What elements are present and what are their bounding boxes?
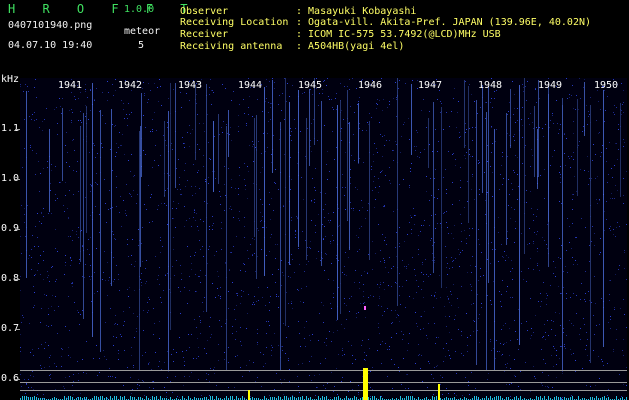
- info-key-antenna: Receiving antenna: [180, 41, 283, 52]
- x-tick-label: 1944: [238, 80, 263, 91]
- datetime-label: 04.07.10 19:40: [8, 40, 93, 51]
- x-tick-label: 1942: [118, 80, 143, 91]
- x-tick-label: 1950: [594, 80, 619, 91]
- info-value-antenna: : A504HB(yagi 4el): [296, 41, 405, 52]
- x-tick-label: 1948: [478, 80, 503, 91]
- x-tick-label: 1949: [538, 80, 563, 91]
- x-tick-label: 1945: [298, 80, 323, 91]
- filename-label: 0407101940.png: [8, 20, 93, 31]
- info-value-receiver: : ICOM IC-575 53.7492(@LCD)MHz USB: [296, 29, 501, 40]
- app-title: H R O F F T: [8, 2, 198, 16]
- meteor-label: meteor: [124, 26, 161, 37]
- app-version: 1.0.0: [124, 4, 155, 15]
- y-axis-unit: kHz: [1, 74, 20, 85]
- spectrogram-plot: [20, 78, 627, 400]
- x-tick-label: 1943: [178, 80, 203, 91]
- x-tick-label: 1941: [58, 80, 83, 91]
- x-tick-label: 1947: [418, 80, 443, 91]
- spectrogram-canvas: [20, 78, 627, 400]
- info-key-location: Receiving Location: [180, 17, 289, 28]
- meteor-count: 5: [138, 40, 145, 51]
- info-value-location: : Ogata-vill. Akita-Pref. JAPAN (139.96E…: [296, 17, 592, 28]
- header-panel: H R O F F T 1.0.0 0407101940.png meteor …: [0, 0, 629, 72]
- x-tick-label: 1946: [358, 80, 383, 91]
- info-key-receiver: Receiver: [180, 29, 229, 40]
